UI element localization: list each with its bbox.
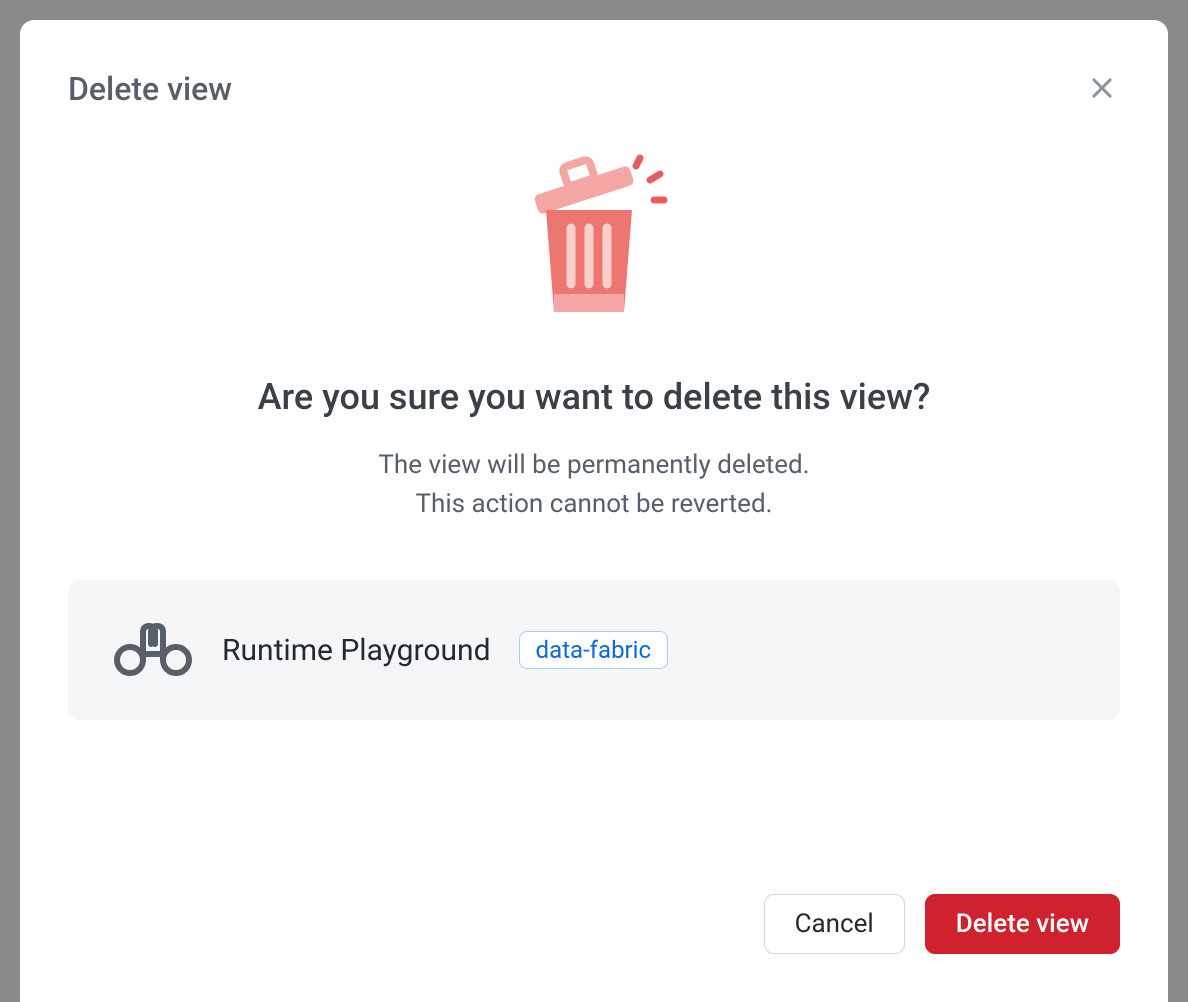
view-card: Runtime Playground data-fabric bbox=[68, 580, 1120, 720]
cancel-button[interactable]: Cancel bbox=[764, 894, 905, 954]
subtext-line-1: The view will be permanently deleted. bbox=[68, 446, 1120, 485]
trash-icon bbox=[504, 148, 684, 328]
modal-title: Delete view bbox=[68, 70, 232, 108]
binoculars-icon bbox=[112, 620, 194, 680]
delete-button[interactable]: Delete view bbox=[925, 894, 1120, 954]
view-tag: data-fabric bbox=[519, 631, 669, 669]
close-button[interactable] bbox=[1084, 70, 1120, 106]
confirm-subtext: The view will be permanently deleted. Th… bbox=[68, 446, 1120, 524]
view-name: Runtime Playground bbox=[222, 633, 491, 668]
modal-footer: Cancel Delete view bbox=[68, 894, 1120, 954]
modal-header: Delete view bbox=[68, 70, 1120, 108]
trash-illustration bbox=[68, 148, 1120, 328]
delete-view-modal: Delete view bbox=[20, 20, 1168, 1002]
confirm-heading: Are you sure you want to delete this vie… bbox=[68, 376, 1120, 418]
close-icon bbox=[1088, 74, 1116, 102]
subtext-line-2: This action cannot be reverted. bbox=[68, 485, 1120, 524]
